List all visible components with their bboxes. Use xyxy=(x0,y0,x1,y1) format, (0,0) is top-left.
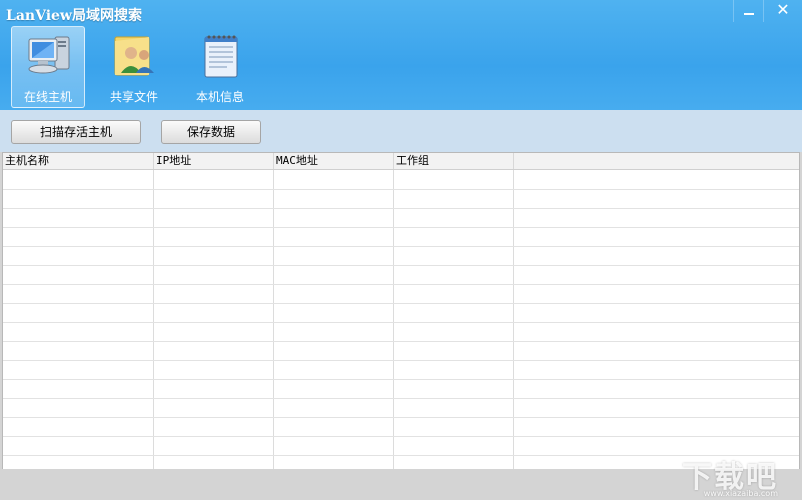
row-divider xyxy=(3,189,799,190)
row-divider xyxy=(3,455,799,456)
notepad-icon xyxy=(204,35,238,78)
users-folder-icon xyxy=(114,36,154,76)
column-header-mac[interactable]: MAC地址 xyxy=(273,153,393,169)
row-divider xyxy=(3,265,799,266)
table-header: 主机名称 IP地址 MAC地址 工作组 xyxy=(3,153,799,170)
row-divider xyxy=(3,322,799,323)
nav-local-info[interactable]: 本机信息 xyxy=(183,26,257,108)
minimize-icon xyxy=(744,13,754,15)
row-divider xyxy=(3,360,799,361)
scan-hosts-button[interactable]: 扫描存活主机 xyxy=(11,120,141,144)
row-divider xyxy=(3,284,799,285)
window-title: LanView局域网搜索 xyxy=(6,8,142,24)
column-divider xyxy=(393,170,394,469)
host-table[interactable]: 主机名称 IP地址 MAC地址 工作组 xyxy=(2,152,800,470)
minimize-button[interactable] xyxy=(733,0,764,22)
close-icon: ✕ xyxy=(776,0,790,19)
nav-label: 共享文件 xyxy=(109,90,158,104)
toolbar: 扫描存活主机 保存数据 xyxy=(0,110,802,152)
close-button[interactable]: ✕ xyxy=(763,0,802,22)
column-header-blank[interactable] xyxy=(513,153,799,169)
watermark-url: www.xiazaiba.com xyxy=(703,489,778,498)
nav-online-hosts[interactable]: 在线主机 xyxy=(11,26,85,108)
column-header-hostname[interactable]: 主机名称 xyxy=(3,153,153,169)
row-divider xyxy=(3,398,799,399)
column-header-workgroup[interactable]: 工作组 xyxy=(393,153,513,169)
column-divider xyxy=(153,170,154,469)
nav-shared-files[interactable]: 共享文件 xyxy=(97,26,171,108)
row-divider xyxy=(3,379,799,380)
row-divider xyxy=(3,208,799,209)
row-divider xyxy=(3,303,799,304)
ribbon-header: LanView局域网搜索 ✕ 在线主机 共享文件 本机信息 xyxy=(0,0,802,110)
save-data-button[interactable]: 保存数据 xyxy=(161,120,261,144)
row-divider xyxy=(3,341,799,342)
row-divider xyxy=(3,417,799,418)
watermark-logo: 下载吧 www.xiazaiba.com xyxy=(682,452,778,498)
computer-icon xyxy=(28,36,70,74)
column-header-ip[interactable]: IP地址 xyxy=(153,153,273,169)
column-divider xyxy=(273,170,274,469)
app-window: LanView局域网搜索 ✕ 在线主机 共享文件 本机信息 扫描存活主机 保存数… xyxy=(0,0,802,500)
nav-label: 在线主机 xyxy=(23,90,72,104)
row-divider xyxy=(3,246,799,247)
column-divider xyxy=(513,170,514,469)
nav-label: 本机信息 xyxy=(195,90,244,104)
row-divider xyxy=(3,436,799,437)
status-bar: 下载吧 www.xiazaiba.com xyxy=(0,460,802,500)
row-divider xyxy=(3,227,799,228)
